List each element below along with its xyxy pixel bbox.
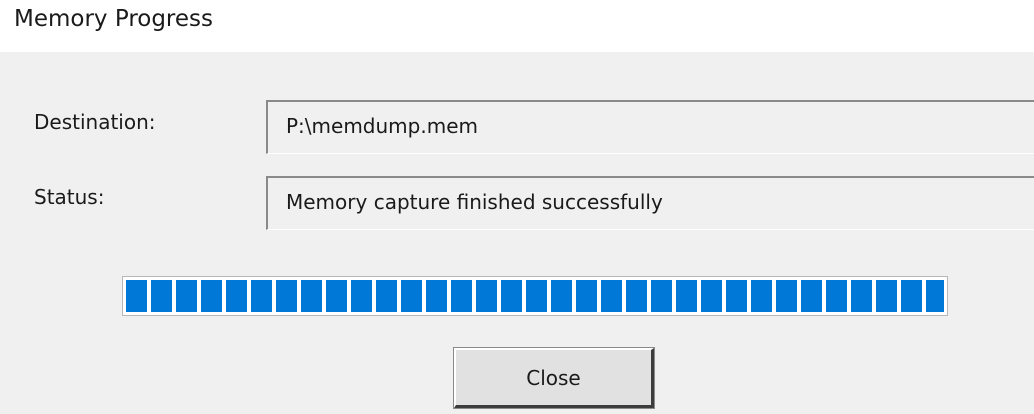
close-button[interactable]: Close bbox=[453, 347, 655, 409]
progress-segment bbox=[776, 280, 797, 312]
progress-segment bbox=[751, 280, 772, 312]
progress-segment bbox=[176, 280, 197, 312]
progress-segment bbox=[226, 280, 247, 312]
progress-segment bbox=[126, 280, 147, 312]
progress-segment bbox=[151, 280, 172, 312]
progress-segment bbox=[701, 280, 722, 312]
progress-segment bbox=[826, 280, 847, 312]
progress-segment bbox=[876, 280, 897, 312]
progress-segment bbox=[576, 280, 597, 312]
memory-progress-window: Memory Progress Destination: P:\memdump.… bbox=[0, 0, 1034, 414]
destination-label: Destination: bbox=[34, 110, 156, 134]
destination-field: P:\memdump.mem bbox=[266, 100, 1034, 154]
progress-segment bbox=[551, 280, 572, 312]
progress-segment bbox=[926, 280, 944, 312]
progress-segment bbox=[251, 280, 272, 312]
progress-segment bbox=[451, 280, 472, 312]
progress-segment bbox=[426, 280, 447, 312]
progress-segment bbox=[501, 280, 522, 312]
window-title: Memory Progress bbox=[14, 6, 214, 32]
progress-segment bbox=[626, 280, 647, 312]
progress-segment bbox=[201, 280, 222, 312]
progress-segment bbox=[651, 280, 672, 312]
progress-segment bbox=[851, 280, 872, 312]
status-label: Status: bbox=[34, 185, 105, 209]
progress-bar bbox=[122, 276, 948, 316]
status-field: Memory capture finished successfully bbox=[266, 176, 1034, 230]
progress-segment bbox=[276, 280, 297, 312]
progress-segment bbox=[726, 280, 747, 312]
dialog-body: Destination: P:\memdump.mem Status: Memo… bbox=[0, 52, 1034, 414]
progress-segment bbox=[301, 280, 322, 312]
title-bar[interactable]: Memory Progress bbox=[0, 0, 1034, 52]
progress-segment bbox=[526, 280, 547, 312]
progress-segment bbox=[676, 280, 697, 312]
progress-segment bbox=[901, 280, 922, 312]
progress-segment bbox=[601, 280, 622, 312]
progress-segment bbox=[326, 280, 347, 312]
progress-segment bbox=[476, 280, 497, 312]
progress-segment bbox=[376, 280, 397, 312]
progress-segment bbox=[401, 280, 422, 312]
progress-bar-fill bbox=[126, 280, 944, 312]
progress-segment bbox=[351, 280, 372, 312]
progress-segment bbox=[801, 280, 822, 312]
